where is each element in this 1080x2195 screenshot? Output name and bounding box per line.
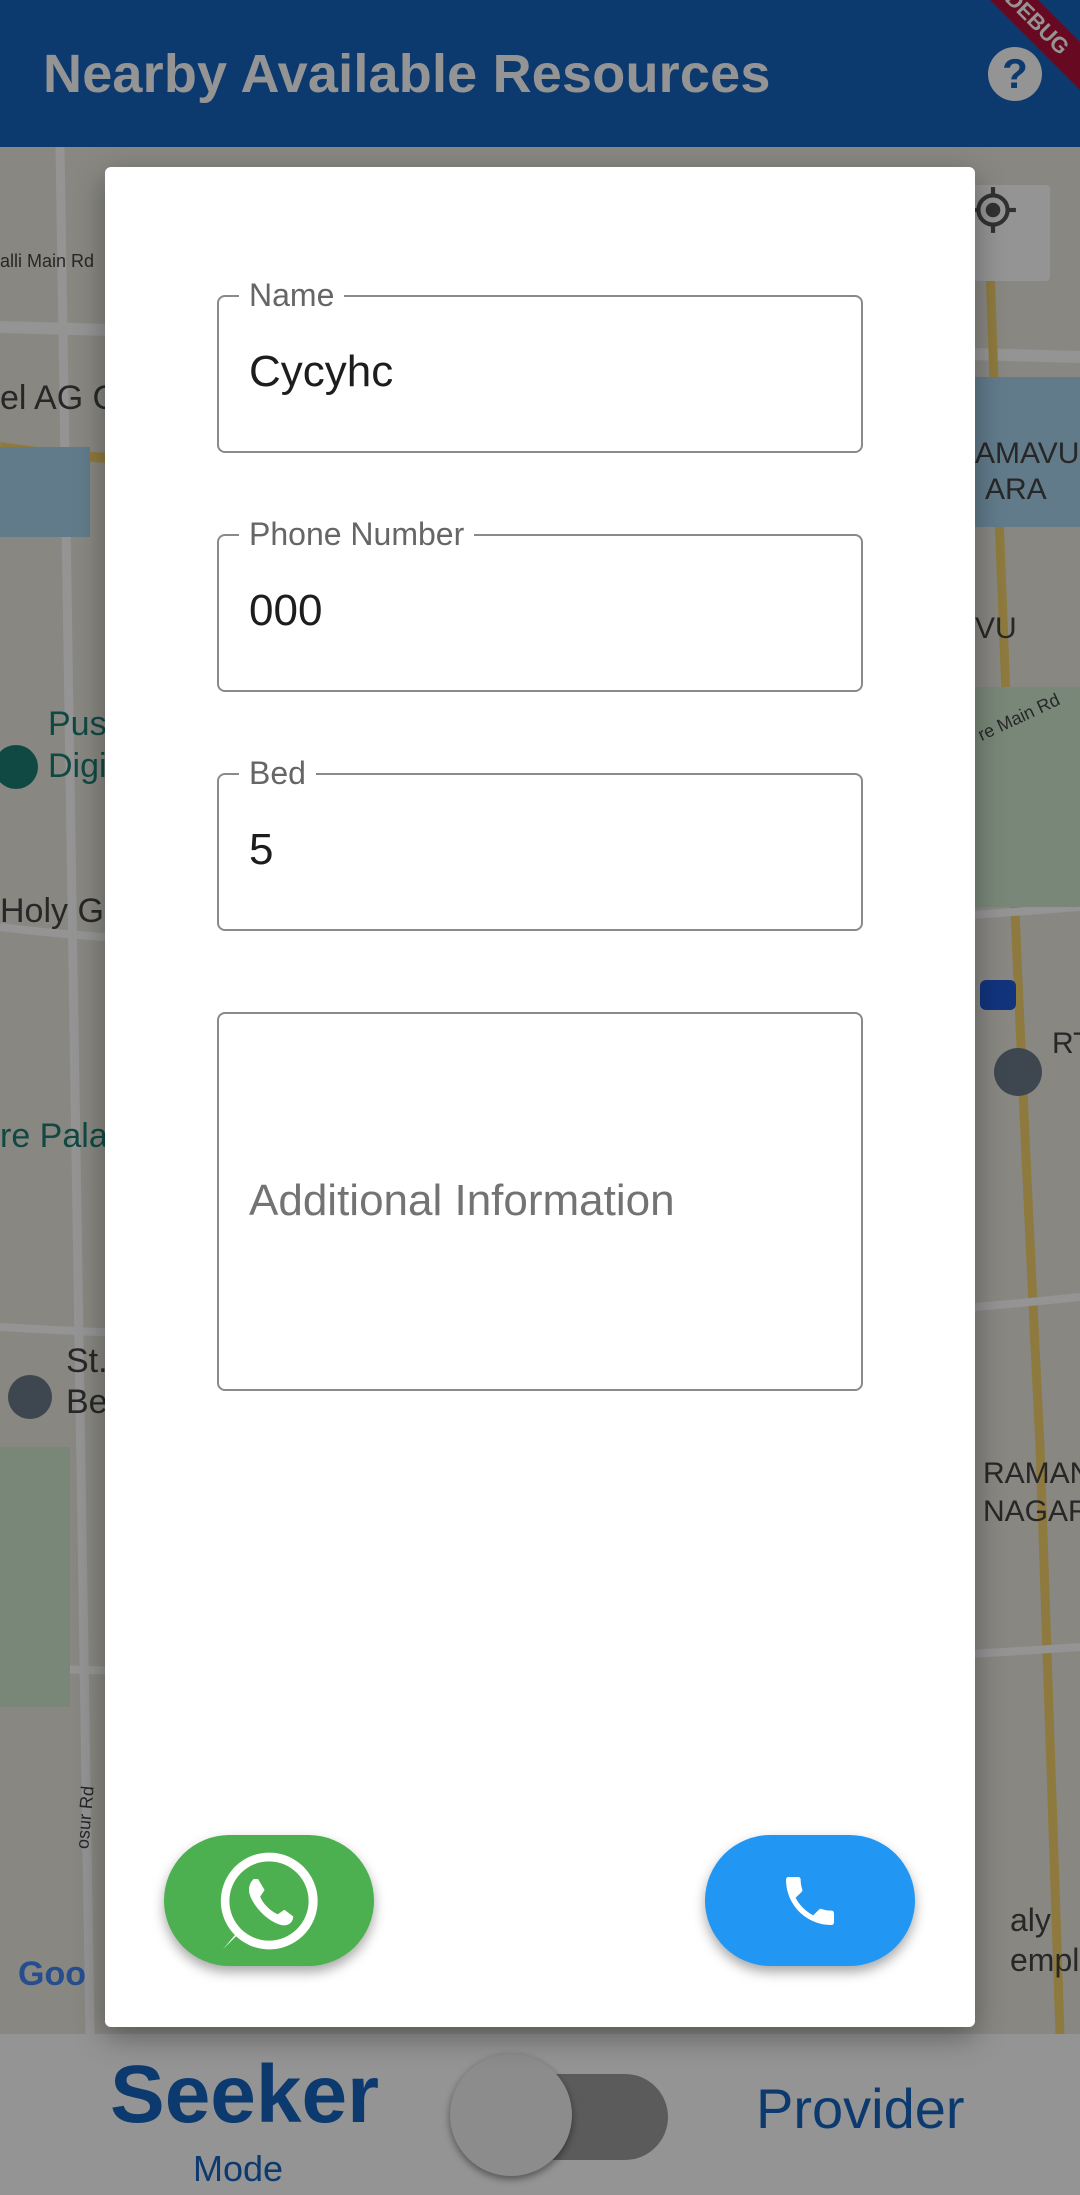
phone-number-field-value[interactable]: 000 [249, 586, 322, 636]
name-field-label: Name [239, 275, 345, 315]
bed-field-label: Bed [239, 753, 316, 793]
name-field-value[interactable]: Cycyhc [249, 347, 393, 397]
additional-information-field[interactable]: Additional Information [217, 1012, 863, 1391]
name-field[interactable]: Name Cycyhc [217, 275, 863, 453]
phone-icon [786, 1876, 834, 1925]
whatsapp-button[interactable] [164, 1835, 374, 1966]
call-button[interactable] [705, 1835, 915, 1966]
resource-details-dialog: Name Cycyhc Phone Number 000 Bed 5 Addit… [105, 167, 975, 2027]
additional-information-placeholder: Additional Information [249, 1176, 675, 1225]
bed-field[interactable]: Bed 5 [217, 753, 863, 931]
bed-field-value[interactable]: 5 [249, 825, 273, 875]
phone-number-field-label: Phone Number [239, 514, 475, 554]
whatsapp-icon [220, 1852, 318, 1949]
phone-number-field[interactable]: Phone Number 000 [217, 514, 863, 692]
